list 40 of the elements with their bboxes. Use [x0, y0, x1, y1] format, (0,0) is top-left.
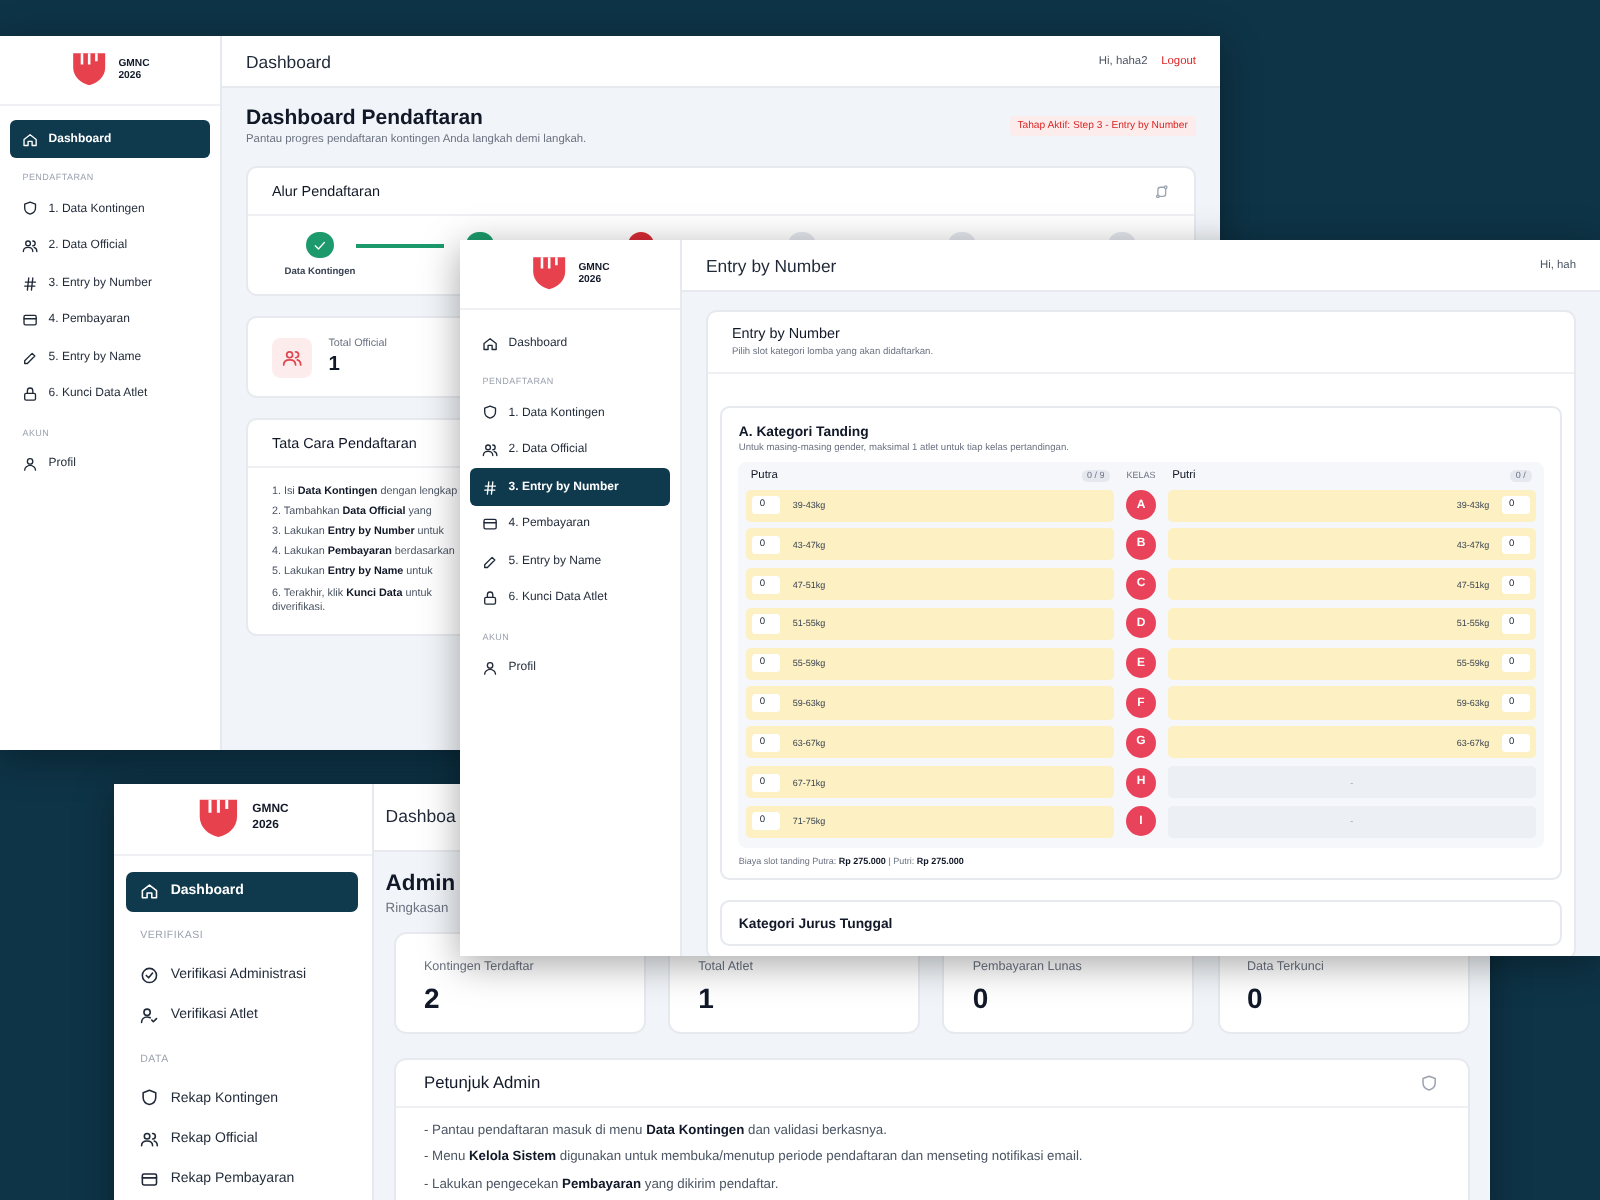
user-icon [482, 660, 499, 677]
logo-icon [530, 254, 569, 293]
card-title: Petunjuk Admin [423, 1072, 541, 1093]
user-icon [22, 456, 39, 473]
pencil-icon [482, 553, 499, 570]
stat-value: 0 [972, 982, 991, 1015]
page-title: Dashboard Pendaftaran [246, 105, 485, 130]
users-icon [281, 347, 302, 368]
lock-icon [482, 590, 499, 608]
stat-value: 1 [328, 354, 342, 377]
check-circle-icon [140, 965, 160, 985]
hash-icon [22, 275, 39, 292]
user-check-icon [140, 1005, 160, 1025]
home-icon [22, 131, 39, 148]
check-icon [312, 237, 328, 253]
card-icon [22, 312, 39, 329]
shield-icon [22, 200, 39, 218]
page-title: Admin [385, 872, 456, 897]
logo-icon [196, 796, 242, 842]
page-header-title: Dashboa [385, 806, 456, 827]
stat-value: 0 [1247, 982, 1265, 1015]
page-header-title: Dashboard [246, 51, 332, 72]
shield-icon [140, 1088, 160, 1108]
page-header-title: Entry by Number [706, 255, 837, 276]
stat-value: 1 [698, 982, 716, 1015]
shield-icon [1420, 1073, 1439, 1092]
users-icon [22, 238, 39, 255]
pencil-icon [22, 349, 39, 366]
route-icon [1154, 183, 1170, 199]
card-icon [482, 516, 499, 533]
home-icon [482, 335, 499, 352]
hash-icon [482, 479, 499, 496]
users-icon [482, 442, 499, 459]
card-icon [140, 1170, 160, 1189]
shield-icon [482, 404, 499, 422]
users-icon [140, 1129, 160, 1149]
logo-icon [70, 50, 109, 89]
stat-value: 2 [423, 982, 442, 1015]
home-icon [140, 882, 160, 902]
lock-icon [22, 386, 39, 404]
